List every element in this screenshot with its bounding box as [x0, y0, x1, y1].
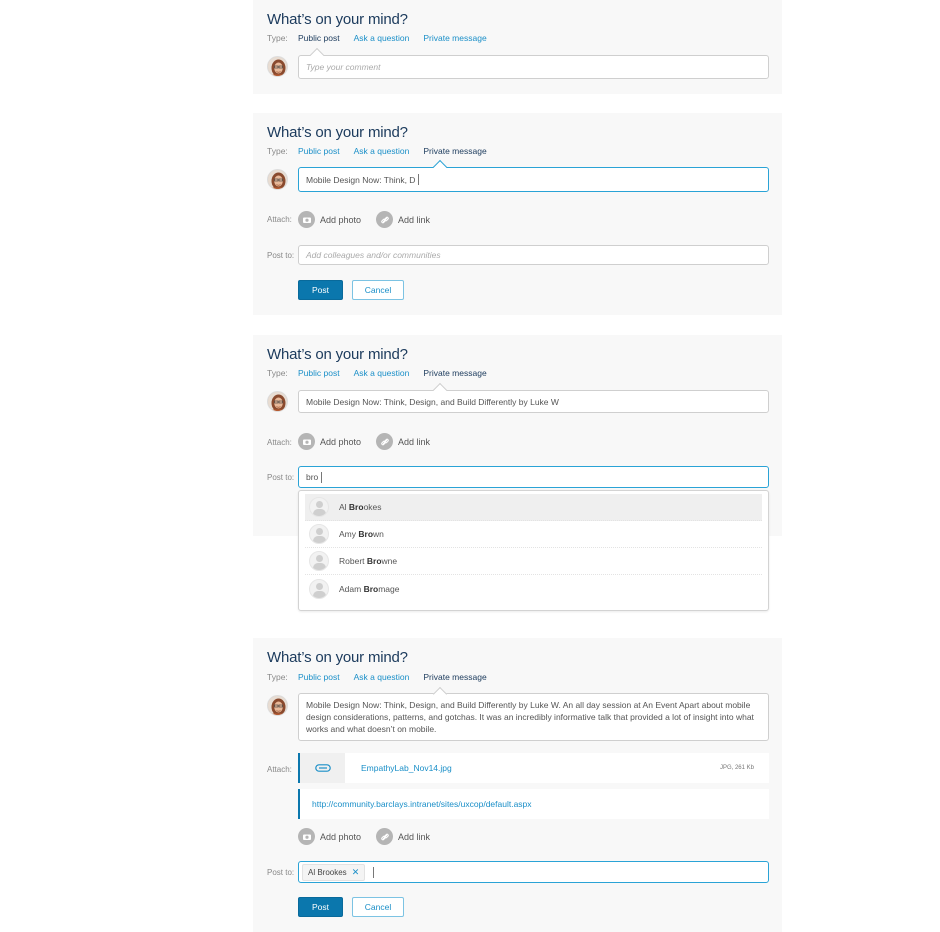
composer-title: What’s on your mind? — [267, 11, 408, 28]
post-to-query: bro — [306, 472, 319, 482]
paperclip-icon — [300, 753, 345, 783]
composer-title: What’s on your mind? — [267, 124, 408, 141]
suggestion-item[interactable]: Amy Brown — [305, 521, 762, 548]
text-caret — [418, 174, 420, 185]
user-avatar — [267, 695, 288, 716]
link-icon — [376, 828, 393, 845]
composer-title: What’s on your mind? — [267, 346, 408, 363]
add-link-button[interactable]: Add link — [376, 211, 430, 228]
post-button[interactable]: Post — [298, 280, 343, 300]
comment-input[interactable]: Type your comment — [298, 55, 769, 79]
add-photo-label: Add photo — [320, 214, 362, 225]
composer-state-private-typing: What’s on your mind? Type: Public post A… — [253, 113, 782, 315]
attached-link[interactable]: http://community.barclays.intranet/sites… — [298, 789, 769, 819]
message-text: Mobile Design Now: Think, Design, and Bu… — [306, 700, 754, 734]
cancel-button[interactable]: Cancel — [352, 280, 404, 300]
add-link-label: Add link — [398, 436, 431, 447]
attached-file[interactable]: EmpathyLab_Nov14.jpg JPG, 261 Kb — [298, 753, 769, 783]
type-tabs: Type: Public post Ask a question Private… — [267, 672, 501, 682]
suggestion-name: Al Brookes — [339, 502, 382, 512]
type-label: Type: — [267, 672, 288, 682]
person-placeholder-icon — [309, 497, 329, 517]
message-text: Mobile Design Now: Think, Design, and Bu… — [306, 396, 559, 407]
tab-private-message[interactable]: Private message — [423, 672, 486, 682]
post-to-input[interactable]: bro — [298, 466, 769, 488]
post-to-label: Post to: — [267, 868, 295, 877]
message-input[interactable]: Mobile Design Now: Think, Design, and Bu… — [298, 693, 769, 741]
composer-state-complete: What’s on your mind? Type: Public post A… — [253, 638, 782, 932]
tab-public-post[interactable]: Public post — [298, 672, 340, 682]
camera-icon — [298, 828, 315, 845]
add-photo-button[interactable]: Add photo — [298, 828, 361, 845]
tab-ask-question[interactable]: Ask a question — [354, 672, 410, 682]
attach-label: Attach: — [267, 765, 292, 774]
attach-label: Attach: — [267, 215, 292, 224]
type-tabs: Type: Public post Ask a question Private… — [267, 368, 501, 378]
attach-label: Attach: — [267, 438, 292, 447]
suggestion-name: Amy Brown — [339, 529, 384, 539]
link-icon — [376, 211, 393, 228]
tab-ask-question[interactable]: Ask a question — [354, 33, 410, 43]
suggestion-item[interactable]: Al Brookes — [305, 494, 762, 521]
attached-link-url[interactable]: http://community.barclays.intranet/sites… — [312, 799, 532, 809]
message-input[interactable]: Mobile Design Now: Think, Design, and Bu… — [298, 390, 769, 413]
tab-private-message[interactable]: Private message — [423, 33, 486, 43]
message-input[interactable]: Mobile Design Now: Think, D — [298, 167, 769, 192]
tab-ask-question[interactable]: Ask a question — [354, 368, 410, 378]
post-to-input[interactable]: Add colleagues and/or communities — [298, 245, 769, 265]
recipient-chip-label: Al Brookes — [308, 867, 347, 877]
tab-ask-question[interactable]: Ask a question — [354, 146, 410, 156]
recipient-chip: Al Brookes ✕ — [302, 863, 366, 881]
message-text: Mobile Design Now: Think, D — [306, 174, 416, 185]
tab-private-message[interactable]: Private message — [423, 368, 486, 378]
user-avatar — [267, 391, 288, 412]
type-tabs: Type: Public post Ask a question Private… — [267, 33, 501, 43]
recipient-suggestions: Al Brookes Amy Brown Robert Browne Adam … — [298, 490, 769, 611]
link-icon — [376, 433, 393, 450]
tab-private-message[interactable]: Private message — [423, 146, 486, 156]
tab-public-post[interactable]: Public post — [298, 33, 340, 43]
suggestion-name: Adam Bromage — [339, 583, 400, 594]
cancel-button[interactable]: Cancel — [352, 897, 404, 917]
comment-placeholder: Type your comment — [306, 62, 381, 72]
post-to-label: Post to: — [267, 473, 295, 482]
suggestion-item[interactable]: Adam Bromage — [305, 575, 762, 602]
add-link-button[interactable]: Add link — [376, 828, 430, 845]
add-link-button[interactable]: Add link — [376, 433, 430, 450]
text-caret — [373, 866, 375, 878]
add-photo-label: Add photo — [320, 436, 362, 447]
attachment-meta: JPG, 261 Kb — [719, 765, 754, 771]
post-to-placeholder: Add colleagues and/or communities — [306, 250, 441, 260]
person-placeholder-icon — [309, 551, 329, 571]
add-link-label: Add link — [398, 214, 431, 225]
user-avatar — [267, 169, 288, 190]
type-label: Type: — [267, 33, 288, 43]
suggestion-item[interactable]: Robert Browne — [305, 548, 762, 575]
add-link-label: Add link — [398, 831, 431, 842]
type-label: Type: — [267, 368, 288, 378]
user-avatar — [267, 56, 288, 77]
add-photo-button[interactable]: Add photo — [298, 211, 361, 228]
text-caret — [321, 471, 323, 483]
tab-public-post[interactable]: Public post — [298, 368, 340, 378]
attachment-filename[interactable]: EmpathyLab_Nov14.jpg — [361, 763, 720, 773]
post-button[interactable]: Post — [298, 897, 343, 917]
composer-title: What’s on your mind? — [267, 649, 408, 666]
suggestion-name: Robert Browne — [339, 556, 398, 566]
person-placeholder-icon — [309, 578, 329, 599]
post-to-input[interactable]: Al Brookes ✕ — [298, 861, 769, 883]
person-placeholder-icon — [309, 524, 329, 544]
add-photo-button[interactable]: Add photo — [298, 433, 361, 450]
tab-public-post[interactable]: Public post — [298, 146, 340, 156]
add-photo-label: Add photo — [320, 831, 362, 842]
remove-recipient-icon[interactable]: ✕ — [352, 867, 360, 878]
composer-state-public-post: What’s on your mind? Type: Public post A… — [253, 0, 782, 94]
type-label: Type: — [267, 146, 288, 156]
type-tabs: Type: Public post Ask a question Private… — [267, 146, 501, 156]
post-to-label: Post to: — [267, 251, 295, 260]
camera-icon — [298, 433, 315, 450]
camera-icon — [298, 211, 315, 228]
